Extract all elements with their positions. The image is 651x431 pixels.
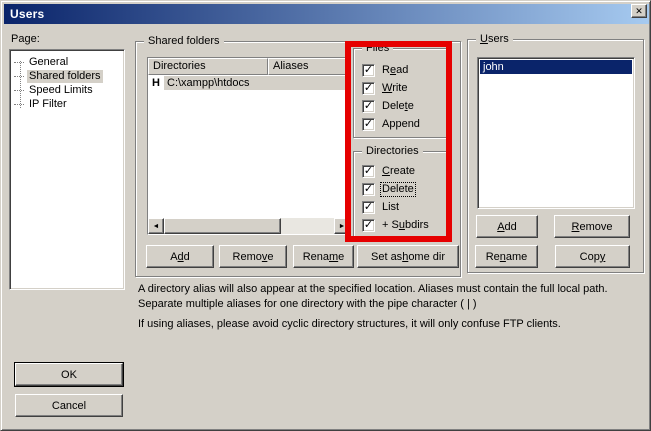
page-label: Page: bbox=[11, 33, 40, 45]
scroll-left-button[interactable]: ◄ bbox=[148, 218, 164, 234]
directory-cell: C:\xampp\htdocs bbox=[164, 76, 350, 90]
dirs-create-row[interactable]: ✓ Create bbox=[362, 164, 416, 178]
close-button[interactable]: ✕ bbox=[631, 4, 647, 18]
users-group: Users john Add Remove Rename Copy bbox=[467, 39, 644, 273]
tree-dash bbox=[14, 104, 24, 105]
files-group: Files ✓ Read ✓ Write ✓ Delete ✓ Append bbox=[353, 48, 447, 138]
window-title: Users bbox=[10, 7, 44, 21]
notes: A directory alias will also appear at th… bbox=[138, 282, 646, 332]
folders-remove-button[interactable]: Remove bbox=[219, 245, 287, 268]
page-item-shared-folders[interactable]: Shared folders bbox=[10, 69, 124, 83]
files-delete-row[interactable]: ✓ Delete bbox=[362, 99, 415, 113]
scrollbar-track[interactable] bbox=[281, 218, 334, 234]
append-checkbox[interactable]: ✓ bbox=[362, 118, 375, 131]
subdirs-label: + Subdirs bbox=[381, 219, 430, 232]
close-icon: ✕ bbox=[635, 7, 643, 16]
list-item-user[interactable]: john bbox=[480, 60, 632, 74]
read-checkbox[interactable]: ✓ bbox=[362, 64, 375, 77]
directories-group-label: Directories bbox=[362, 144, 423, 158]
list-header: Directories Aliases bbox=[148, 58, 350, 75]
users-remove-button[interactable]: Remove bbox=[554, 215, 630, 238]
list-label: List bbox=[381, 201, 400, 214]
tree-dash bbox=[14, 90, 24, 91]
page-item-ip-filter[interactable]: IP Filter bbox=[10, 97, 124, 111]
tree-dash bbox=[14, 76, 24, 77]
dirs-subdirs-row[interactable]: ✓ + Subdirs bbox=[362, 218, 430, 232]
shared-folders-list[interactable]: Directories Aliases H C:\xampp\htdocs ◄ … bbox=[147, 57, 351, 235]
page-item-speed-limits[interactable]: Speed Limits bbox=[10, 83, 124, 97]
folders-rename-button[interactable]: Rename bbox=[293, 245, 354, 268]
alias-note: A directory alias will also appear at th… bbox=[138, 282, 646, 312]
horizontal-scrollbar[interactable]: ◄ ► bbox=[148, 218, 350, 234]
set-as-home-dir-button[interactable]: Set as home dir bbox=[357, 245, 459, 268]
files-group-label: Files bbox=[362, 41, 393, 55]
files-delete-label: Delete bbox=[381, 100, 415, 113]
scrollbar-thumb[interactable] bbox=[164, 218, 281, 234]
list-checkbox[interactable]: ✓ bbox=[362, 201, 375, 214]
dirs-delete-checkbox[interactable]: ✓ bbox=[362, 183, 375, 196]
dirs-list-row[interactable]: ✓ List bbox=[362, 200, 400, 214]
dirs-delete-label: Delete bbox=[381, 183, 415, 196]
files-read-row[interactable]: ✓ Read bbox=[362, 63, 409, 77]
users-dialog: Users ✕ Page: General Shared folders Spe… bbox=[0, 0, 651, 431]
cancel-button[interactable]: Cancel bbox=[15, 394, 123, 417]
users-copy-button[interactable]: Copy bbox=[555, 245, 630, 268]
users-list[interactable]: john bbox=[477, 57, 635, 209]
users-add-button[interactable]: Add bbox=[476, 215, 538, 238]
page-list[interactable]: General Shared folders Speed Limits IP F… bbox=[9, 49, 125, 290]
titlebar[interactable]: Users bbox=[4, 4, 649, 24]
home-dir-marker: H bbox=[148, 77, 164, 89]
arrow-left-icon: ◄ bbox=[153, 223, 160, 230]
files-delete-checkbox[interactable]: ✓ bbox=[362, 100, 375, 113]
cyclic-note: If using aliases, please avoid cyclic di… bbox=[138, 317, 646, 332]
folders-add-button[interactable]: Add bbox=[146, 245, 214, 268]
list-body[interactable]: H C:\xampp\htdocs bbox=[148, 75, 350, 218]
table-row[interactable]: H C:\xampp\htdocs bbox=[148, 75, 350, 90]
directories-group: Directories ✓ Create ✓ Delete ✓ List ✓ +… bbox=[353, 151, 447, 241]
column-header-aliases[interactable]: Aliases bbox=[268, 58, 350, 75]
write-checkbox[interactable]: ✓ bbox=[362, 82, 375, 95]
column-header-directories[interactable]: Directories bbox=[148, 58, 268, 75]
files-append-row[interactable]: ✓ Append bbox=[362, 117, 421, 131]
arrow-right-icon: ► bbox=[339, 223, 346, 230]
write-label: Write bbox=[381, 82, 408, 95]
files-write-row[interactable]: ✓ Write bbox=[362, 81, 408, 95]
users-group-label: Users bbox=[476, 32, 513, 46]
read-label: Read bbox=[381, 64, 409, 77]
append-label: Append bbox=[381, 118, 421, 131]
tree-dash bbox=[14, 62, 24, 63]
shared-folders-group-label: Shared folders bbox=[144, 34, 224, 48]
subdirs-checkbox[interactable]: ✓ bbox=[362, 219, 375, 232]
users-rename-button[interactable]: Rename bbox=[475, 245, 538, 268]
scroll-right-button[interactable]: ► bbox=[334, 218, 350, 234]
ok-button[interactable]: OK bbox=[15, 363, 123, 386]
create-label: Create bbox=[381, 165, 416, 178]
page-item-general[interactable]: General bbox=[10, 55, 124, 69]
create-checkbox[interactable]: ✓ bbox=[362, 165, 375, 178]
dirs-delete-row[interactable]: ✓ Delete bbox=[362, 182, 415, 196]
